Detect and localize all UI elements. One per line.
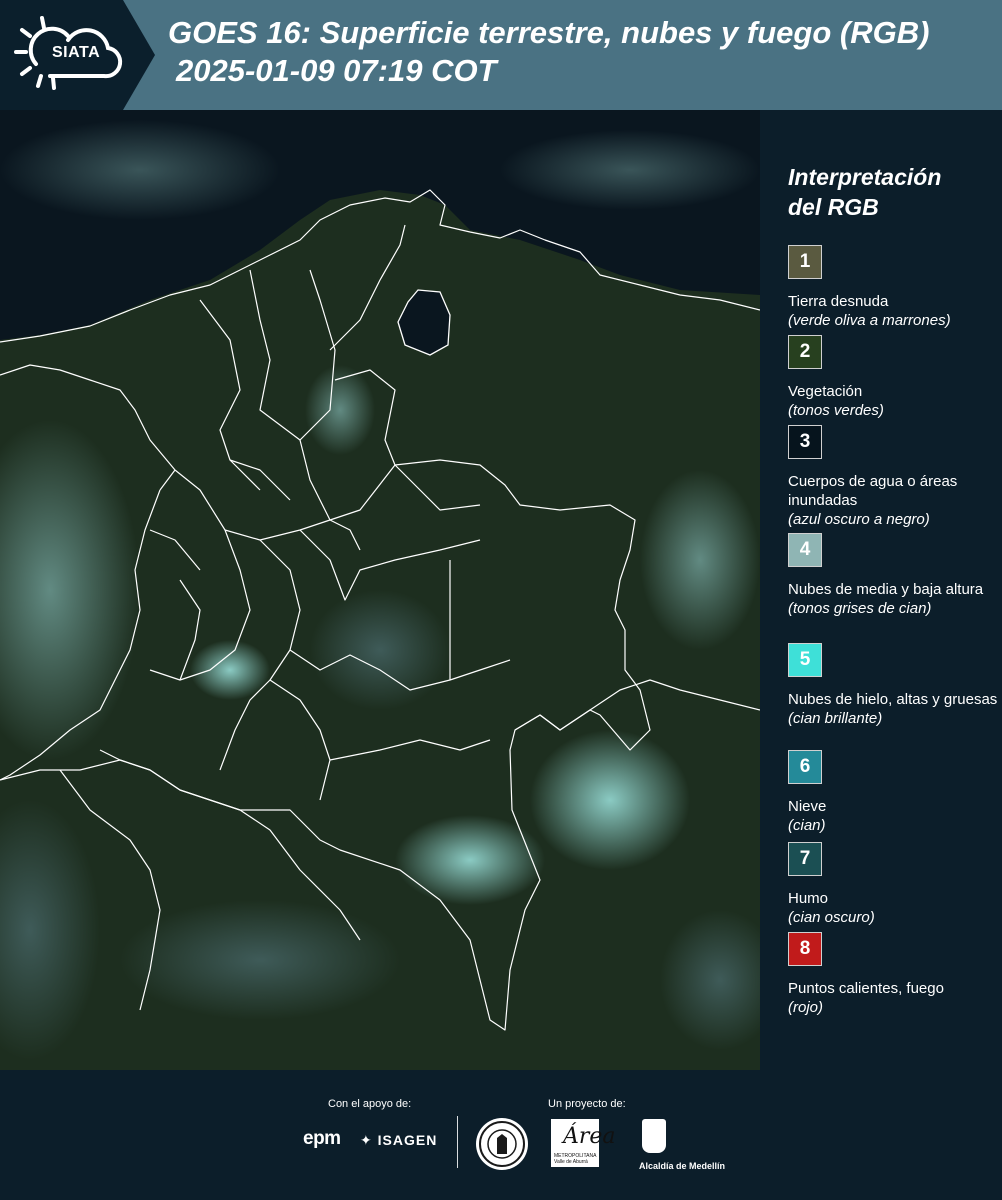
area-logo-subtitle: METROPOLITANA Valle de Aburrá: [554, 1153, 597, 1165]
satellite-map[interactable]: [0, 110, 760, 1070]
legend-description: (tonos grises de cian): [788, 600, 932, 617]
isagen-mark-icon: ✦: [360, 1132, 373, 1148]
legend-label: Nubes de hielo, altas y gruesas: [788, 691, 998, 708]
legend-description: (verde oliva a marrones): [788, 312, 951, 329]
legend-label: Puntos calientes, fuego: [788, 980, 944, 997]
title-datetime: 2025-01-09 07:19 COT: [176, 53, 497, 88]
title-main: GOES 16: Superficie terrestre, nubes y f…: [168, 15, 930, 50]
map-image: [0, 110, 760, 1070]
legend-label: Tierra desnuda: [788, 293, 889, 310]
seal-icon: [479, 1121, 525, 1167]
legend-label: Vegetación: [788, 383, 863, 400]
legend-description: (cian): [788, 817, 826, 834]
alcaldia-shield-icon[interactable]: [642, 1119, 666, 1153]
page-title: GOES 16: Superficie terrestre, nubes y f…: [168, 14, 998, 90]
legend-item-water: 3 Cuerpos de agua o áreas inundadas (azu…: [788, 425, 998, 529]
legend-label: Nieve: [788, 798, 827, 815]
footer: Con el apoyo de: Un proyecto de: epm ✦ I…: [0, 1070, 1002, 1200]
legend-item-bare-land: 1 Tierra desnuda (verde oliva a marrones…: [788, 245, 998, 330]
legend-item-smoke: 7 Humo (cian oscuro): [788, 842, 998, 927]
legend-label: Nubes de media y baja altura: [788, 581, 984, 598]
area-logo-text: Área: [563, 1124, 616, 1149]
legend-description: (cian oscuro): [788, 909, 875, 926]
isagen-logo[interactable]: ✦ ISAGEN: [360, 1132, 437, 1149]
legend-item-snow: 6 Nieve (cian): [788, 750, 998, 835]
legend-swatch: 7: [788, 842, 822, 876]
legend-item-fire: 8 Puntos calientes, fuego (rojo): [788, 932, 998, 1017]
legend-item-low-clouds: 4 Nubes de media y baja altura (tonos gr…: [788, 533, 998, 618]
legend-item-ice-clouds: 5 Nubes de hielo, altas y gruesas (cian …: [788, 643, 998, 728]
project-label: Un proyecto de:: [548, 1098, 626, 1110]
legend-swatch: 6: [788, 750, 822, 784]
header-bar: SIATA GOES 16: Superficie terrestre, nub…: [0, 0, 1002, 110]
support-label: Con el apoyo de:: [328, 1098, 412, 1110]
footer-divider: [457, 1116, 458, 1168]
legend-description: (cian brillante): [788, 710, 883, 727]
alcaldia-text: Alcaldía de Medellín: [639, 1161, 726, 1171]
legend-swatch: 8: [788, 932, 822, 966]
siata-logo[interactable]: SIATA: [0, 0, 155, 110]
legend-swatch: 5: [788, 643, 822, 677]
legend-description: (rojo): [788, 999, 824, 1016]
legend-label: Humo: [788, 890, 829, 907]
legend-title: Interpretación del RGB: [788, 162, 998, 222]
area-metropolitana-logo[interactable]: Área METROPOLITANA Valle de Aburrá: [551, 1119, 616, 1167]
epm-logo[interactable]: epm: [303, 1128, 341, 1150]
legend-swatch: 4: [788, 533, 822, 567]
legend-label: Cuerpos de agua o áreas inundadas: [788, 473, 958, 509]
legend-description: (azul oscuro a negro): [788, 511, 930, 528]
isagen-text: ISAGEN: [377, 1132, 438, 1148]
siata-logo-text: SIATA: [52, 44, 101, 61]
university-seal-logo[interactable]: [476, 1118, 528, 1170]
legend-title-line1: Interpretación: [788, 164, 942, 190]
rgb-legend-panel: Interpretación del RGB 1 Tierra desnuda …: [760, 110, 1002, 1070]
legend-swatch: 3: [788, 425, 822, 459]
legend-swatch: 1: [788, 245, 822, 279]
legend-description: (tonos verdes): [788, 402, 884, 419]
legend-item-vegetation: 2 Vegetación (tonos verdes): [788, 335, 998, 420]
legend-swatch: 2: [788, 335, 822, 369]
legend-title-line2: del RGB: [788, 194, 879, 220]
